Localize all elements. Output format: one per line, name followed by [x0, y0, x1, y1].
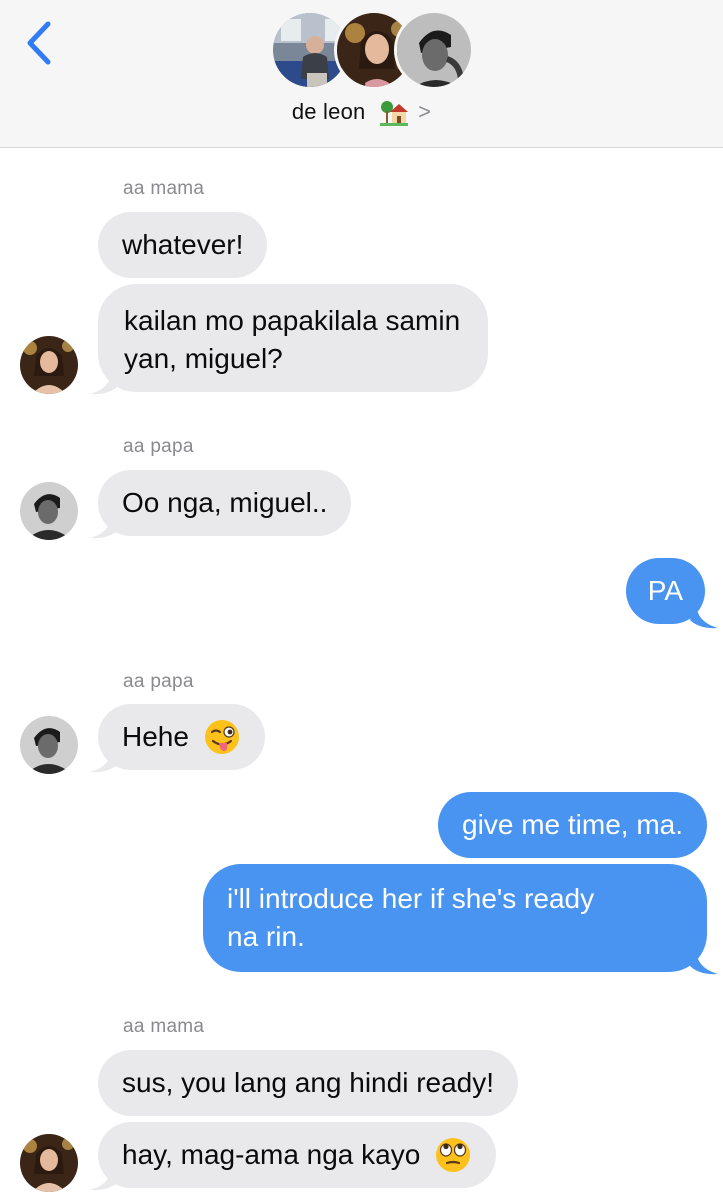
back-button[interactable] — [20, 20, 60, 66]
message-text: PA — [647, 575, 683, 606]
message-bubble-incoming[interactable]: Oo nga, miguel.. — [98, 470, 352, 536]
bubble-tail — [90, 512, 118, 539]
house-with-garden-emoji-icon — [379, 101, 408, 127]
group-title: de leon — [291, 99, 366, 125]
message-bubble-incoming[interactable]: Hehe — [98, 704, 265, 770]
message-text: kailan mo papakilala samin — [124, 305, 461, 336]
chevron-right-icon: > — [418, 99, 432, 125]
bubble-tail — [690, 602, 718, 629]
message-bubble-outgoing[interactable]: give me time, ma. — [438, 792, 707, 858]
message-bubble-incoming[interactable]: kailan mo papakilala samin yan, miguel? — [98, 284, 489, 392]
bubble-tail — [690, 948, 718, 975]
message-bubble-incoming[interactable]: whatever! — [98, 212, 268, 278]
message-text: whatever! — [122, 229, 244, 260]
sender-avatar-papa[interactable] — [20, 716, 78, 774]
group-avatars[interactable] — [270, 10, 474, 92]
group-name[interactable]: de leon > — [0, 98, 723, 127]
message-text: na rin. — [227, 921, 305, 952]
bubble-tail — [90, 368, 118, 395]
sender-label: aa papa — [123, 671, 194, 692]
message-bubble-incoming[interactable]: hay, mag-ama nga kayo — [98, 1122, 497, 1188]
message-text: give me time, ma. — [462, 809, 683, 840]
message-bubble-outgoing[interactable]: i'll introduce her if she's ready na rin… — [203, 864, 707, 972]
sender-avatar-mama[interactable] — [20, 1134, 78, 1192]
sender-label: aa mama — [123, 1016, 205, 1037]
message-text: sus, you lang ang hindi ready! — [122, 1067, 495, 1098]
message-text: yan, miguel? — [124, 343, 283, 374]
sender-avatar-mama[interactable] — [20, 336, 78, 394]
winking-face-with-tongue-emoji-icon — [204, 719, 239, 754]
sender-avatar-papa[interactable] — [20, 482, 78, 540]
bubble-tail — [90, 746, 118, 773]
message-text: Oo nga, miguel.. — [122, 487, 328, 518]
chevron-left-icon — [27, 21, 51, 65]
message-text: Hehe — [122, 721, 189, 752]
conversation-header: de leon > — [0, 0, 723, 148]
message-text: i'll introduce her if she's ready — [227, 883, 595, 914]
member-avatar — [394, 10, 474, 90]
face-with-rolling-eyes-emoji-icon — [436, 1137, 471, 1172]
sender-label: aa mama — [123, 178, 205, 199]
bubble-tail — [90, 1164, 118, 1191]
sender-label: aa papa — [123, 436, 194, 457]
message-bubble-incoming[interactable]: sus, you lang ang hindi ready! — [98, 1050, 519, 1116]
message-text: hay, mag-ama nga kayo — [122, 1139, 421, 1170]
